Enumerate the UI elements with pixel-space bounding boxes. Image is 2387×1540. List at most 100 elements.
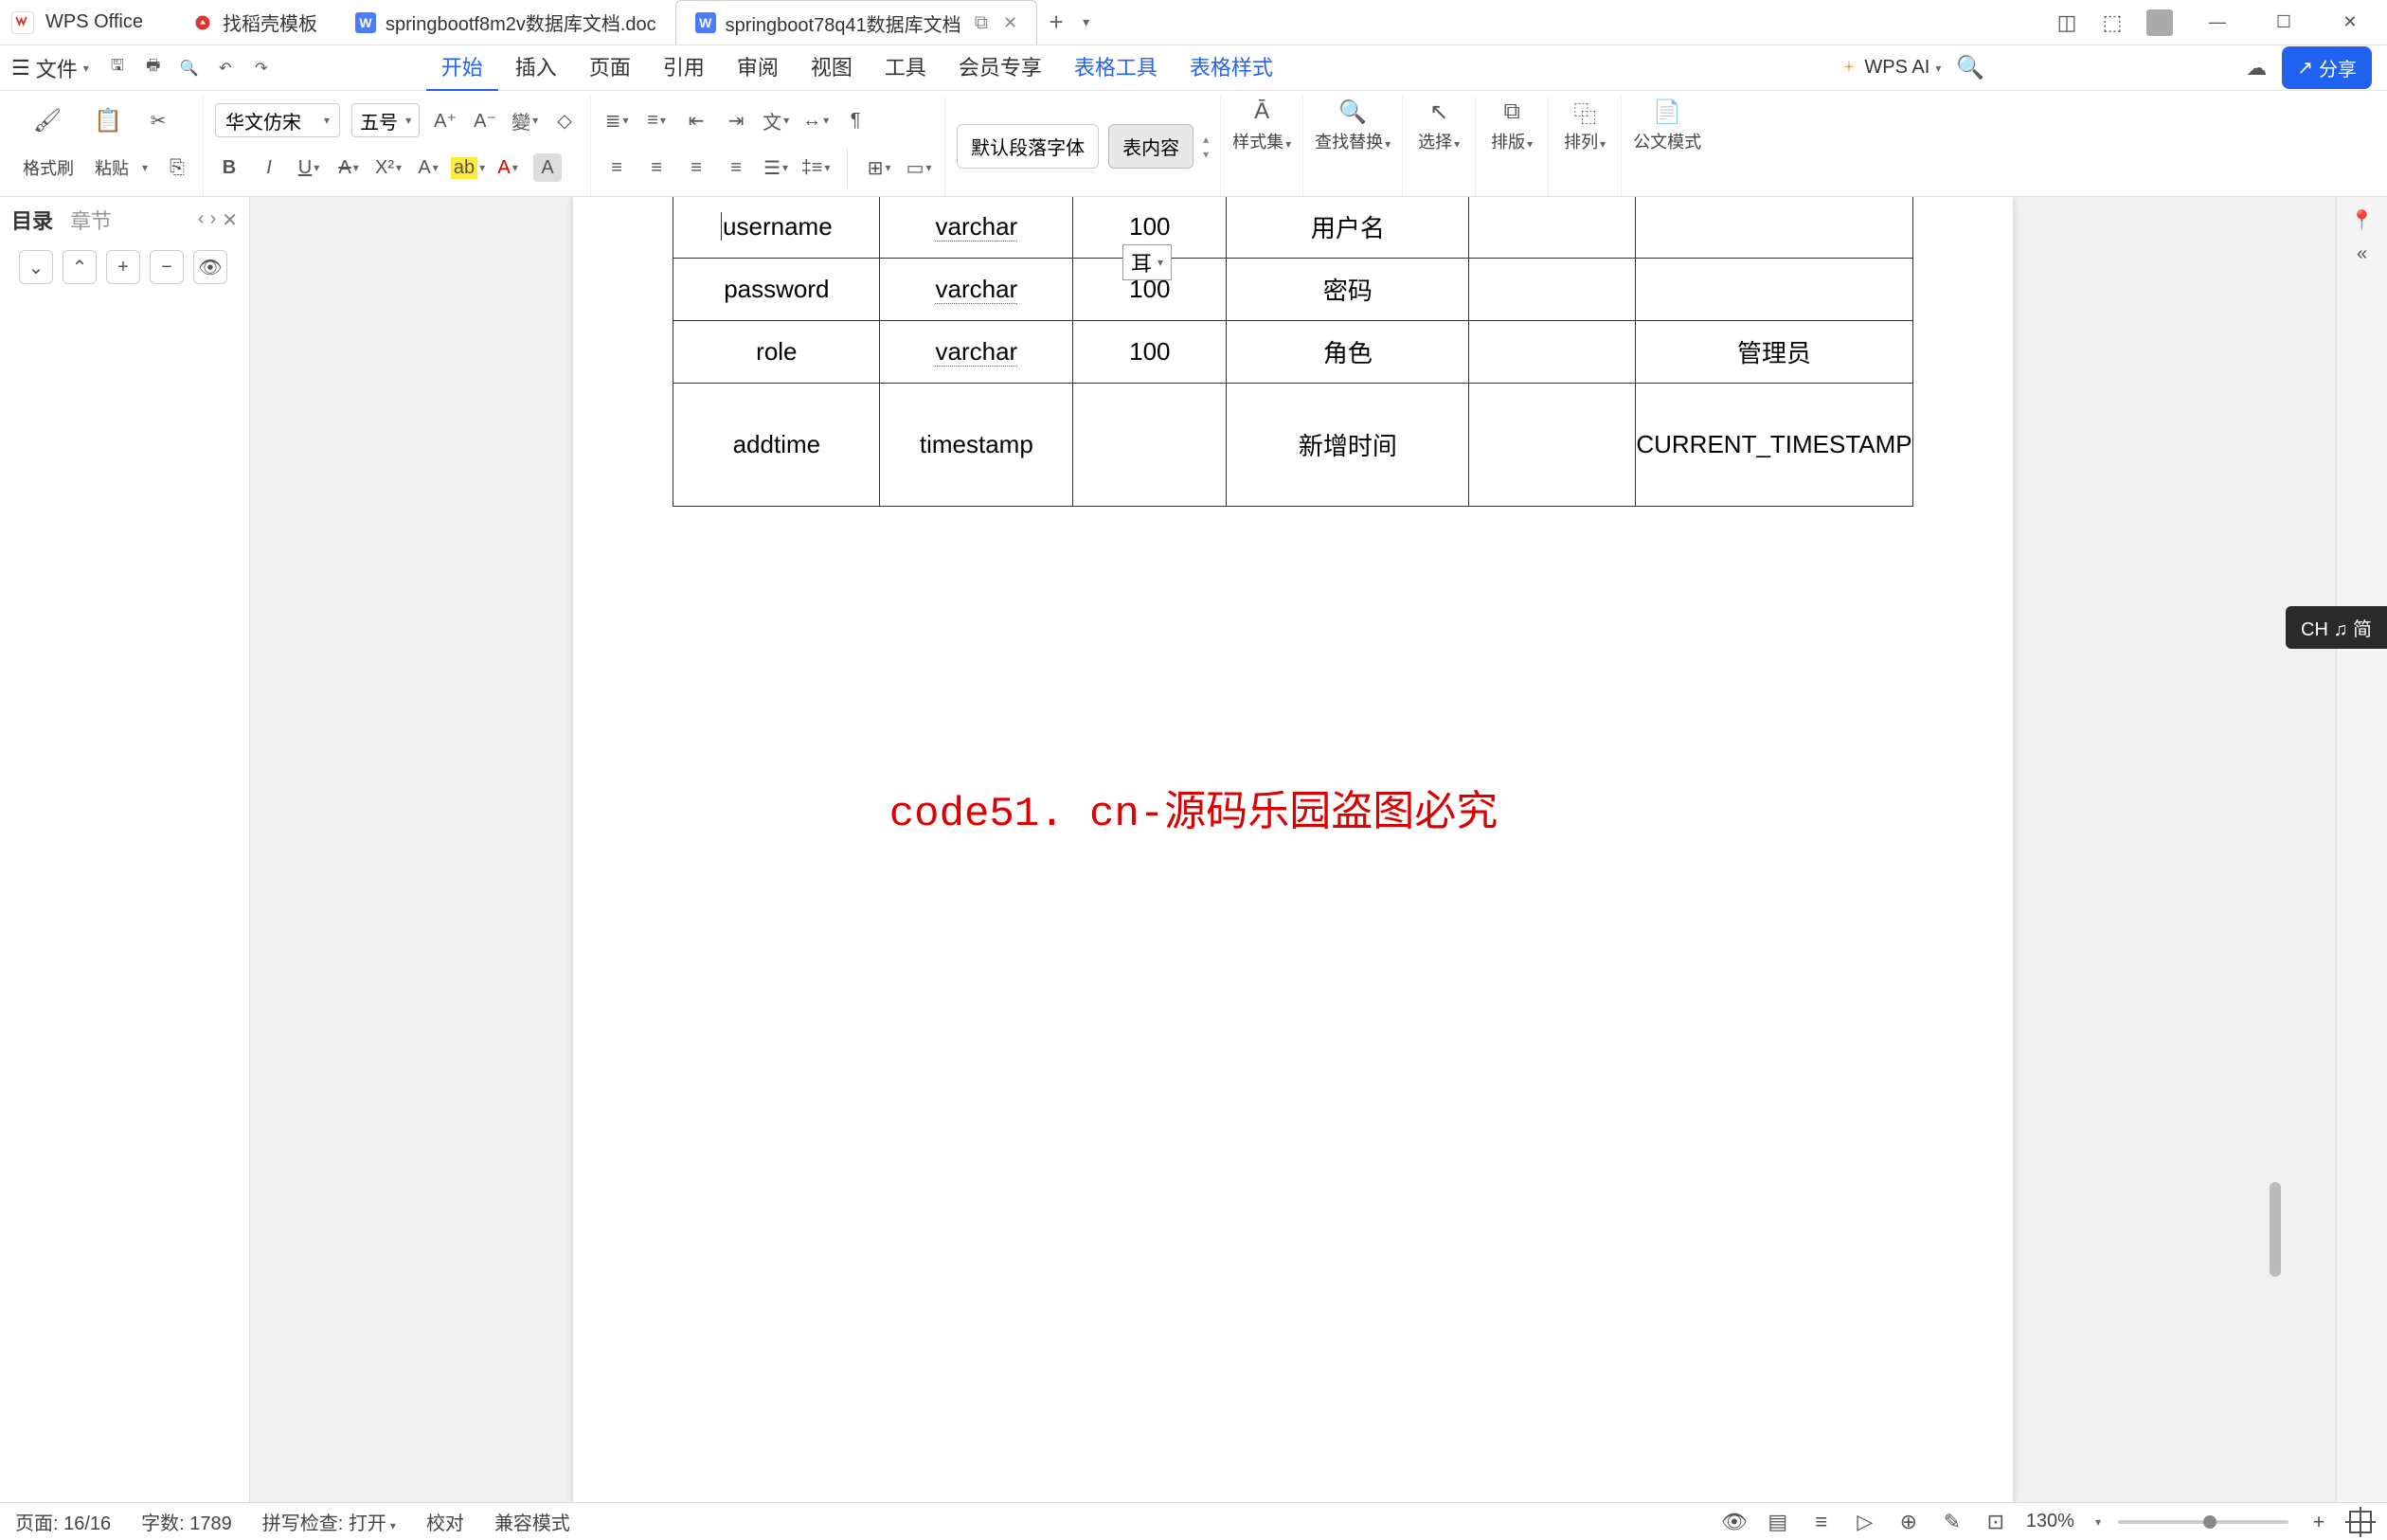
spell-status[interactable]: 拼写检查: 打开▾	[262, 1508, 396, 1535]
maximize-button[interactable]: ☐	[2262, 0, 2306, 45]
menu-page[interactable]: 页面	[574, 44, 646, 92]
docmode-button[interactable]: 📄公文模式	[1633, 97, 1701, 153]
web-icon[interactable]: ⊕	[1895, 1510, 1922, 1534]
increase-font-button[interactable]: A⁺	[431, 106, 459, 134]
char-spacing-button[interactable]: ↔▾	[801, 106, 830, 134]
close-tab-icon[interactable]: ✕	[1003, 13, 1017, 33]
eye-icon[interactable]: 👁	[1721, 1510, 1748, 1534]
add-tab-button[interactable]: +	[1037, 0, 1075, 45]
styleset-button[interactable]: Ā样式集▾	[1232, 97, 1291, 153]
tab-doc1[interactable]: W springbootf8m2v数据库文档.doc	[336, 0, 675, 45]
window-multi-icon[interactable]: ◫	[2055, 11, 2078, 34]
cube-icon[interactable]: ⬚	[2101, 11, 2124, 34]
sidebar-tab-toc[interactable]: 目录	[11, 205, 53, 235]
arrange-button[interactable]: ⿻排列▾	[1560, 97, 1609, 153]
align-right-button[interactable]: ≡	[682, 153, 710, 182]
undo-icon[interactable]: ↶	[212, 55, 239, 81]
sidebar-tab-chapter[interactable]: 章节	[70, 205, 112, 235]
vertical-scrollbar[interactable]	[2268, 210, 2283, 1489]
menu-start[interactable]: 开始	[426, 44, 498, 92]
distribute-button[interactable]: ☰▾	[762, 153, 790, 182]
cut-button[interactable]: ✂	[144, 106, 172, 134]
tab-template[interactable]: 找稻壳模板	[173, 0, 336, 45]
menu-review[interactable]: 审阅	[722, 44, 794, 92]
combo-dropdown[interactable]: 耳 ▾	[1122, 244, 1172, 280]
avatar[interactable]	[2146, 9, 2173, 36]
copy-button[interactable]: ⎘	[163, 153, 191, 182]
font-size-select[interactable]: 五号▾	[351, 103, 420, 137]
close-button[interactable]: ✕	[2328, 0, 2372, 45]
tab-doc2-active[interactable]: W springboot78q41数据库文档 ⧉ ✕	[675, 0, 1037, 45]
pin-icon[interactable]: 📍	[2351, 208, 2374, 231]
menu-insert[interactable]: 插入	[500, 44, 572, 92]
zoom-level[interactable]: 130%	[2026, 1511, 2074, 1532]
border-button[interactable]: ⊞▾	[865, 153, 893, 182]
grid-icon[interactable]: ⊡	[1983, 1510, 2009, 1534]
superscript-button[interactable]: X²▾	[374, 153, 403, 182]
edit-icon[interactable]: ✎	[1939, 1510, 1965, 1534]
menu-view[interactable]: 视图	[796, 44, 868, 92]
default-para-button[interactable]: 默认段落字体	[957, 124, 1099, 169]
sidebar-close-icon[interactable]: ✕	[222, 208, 238, 232]
play-icon[interactable]: ▷	[1852, 1510, 1878, 1534]
page-status[interactable]: 页面: 16/16	[15, 1508, 111, 1535]
highlight-button[interactable]: ab▾	[454, 153, 482, 182]
line-break-button[interactable]: ¶	[841, 106, 870, 134]
layout-button[interactable]: ⧉排版▾	[1487, 97, 1536, 153]
italic-button[interactable]: I	[255, 153, 283, 182]
canvas[interactable]: 耳 ▾ username varchar 100 用户名 password va…	[250, 197, 2336, 1502]
clear-format-button[interactable]: ◇	[550, 106, 579, 134]
print-icon[interactable]: 🖶	[140, 55, 167, 81]
expand-button[interactable]: ⌃	[63, 250, 97, 284]
find-replace-button[interactable]: 🔍查找替换▾	[1315, 97, 1391, 153]
zoom-slider[interactable]	[2118, 1520, 2288, 1524]
doc-table[interactable]: username varchar 100 用户名 password varcha…	[673, 197, 1912, 507]
align-justify-button[interactable]: ≡	[722, 153, 750, 182]
decrease-indent-button[interactable]: ⇤	[682, 106, 710, 134]
zoom-in-icon[interactable]: +	[2306, 1510, 2332, 1534]
share-button[interactable]: ↗ 分享	[2282, 46, 2372, 89]
wps-ai-button[interactable]: WPS AI ▾	[1840, 57, 1941, 79]
minimize-button[interactable]: —	[2196, 0, 2239, 45]
outline-icon[interactable]: ≡	[1808, 1510, 1835, 1534]
select-button[interactable]: ↖选择▾	[1414, 97, 1463, 153]
preview-icon[interactable]: 🔍	[176, 55, 203, 81]
para-shading-button[interactable]: ▭▾	[905, 153, 933, 182]
shading-button[interactable]: A	[533, 153, 562, 182]
text-direction-button[interactable]: 文▾	[762, 106, 790, 134]
scrollbar-thumb[interactable]	[2270, 1182, 2281, 1277]
restore-icon[interactable]: ⧉	[975, 12, 988, 34]
format-brush-button[interactable]: 🖌	[23, 105, 72, 135]
file-menu[interactable]: ☰ 文件 ▾	[11, 53, 89, 83]
redo-icon[interactable]: ↷	[248, 55, 275, 81]
page-view-icon[interactable]: ▤	[1765, 1510, 1791, 1534]
add-button[interactable]: +	[106, 250, 140, 284]
underline-button[interactable]: U▾	[295, 153, 323, 182]
align-left-button[interactable]: ≡	[602, 153, 631, 182]
menu-table-styles[interactable]: 表格样式	[1175, 44, 1288, 92]
word-count[interactable]: 字数: 1789	[141, 1508, 232, 1535]
line-spacing-button[interactable]: ‡≡▾	[801, 153, 830, 182]
font-color-button[interactable]: A▾	[494, 153, 522, 182]
scroll-up-icon[interactable]: ▴	[1203, 133, 1209, 146]
enclose-button[interactable]: A▾	[414, 153, 442, 182]
search-icon[interactable]: 🔍	[1956, 54, 1984, 81]
tab-list-dropdown[interactable]: ▾	[1075, 14, 1097, 30]
remove-button[interactable]: −	[150, 250, 184, 284]
bullet-list-button[interactable]: ≣▾	[602, 106, 631, 134]
scroll-down-icon[interactable]: ▾	[1203, 148, 1209, 161]
collapse-panel-icon[interactable]: «	[2351, 242, 2374, 265]
menu-vip[interactable]: 会员专享	[943, 44, 1057, 92]
table-content-button[interactable]: 表内容	[1108, 124, 1194, 169]
eye-button[interactable]: 👁	[193, 250, 227, 284]
sidebar-next-icon[interactable]: ›	[210, 208, 217, 232]
increase-indent-button[interactable]: ⇥	[722, 106, 750, 134]
align-center-button[interactable]: ≡	[642, 153, 671, 182]
number-list-button[interactable]: ≡▾	[642, 106, 671, 134]
menu-tools[interactable]: 工具	[870, 44, 942, 92]
sidebar-prev-icon[interactable]: ‹	[198, 208, 205, 232]
font-family-select[interactable]: 华文仿宋▾	[215, 103, 340, 137]
cloud-upload-icon[interactable]: ☁	[2246, 56, 2267, 81]
bold-button[interactable]: B	[215, 153, 243, 182]
phonetic-button[interactable]: 變▾	[511, 106, 539, 134]
